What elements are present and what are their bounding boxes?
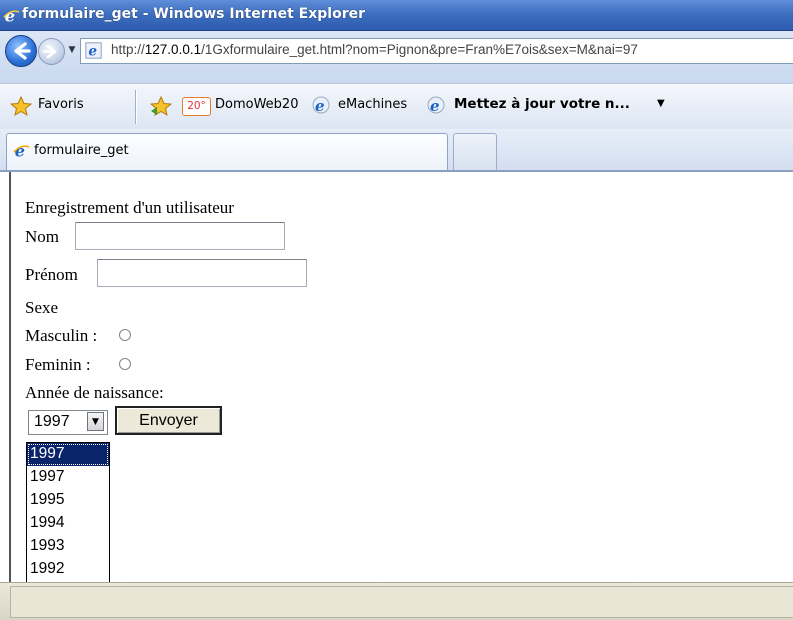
favorite-link-update[interactable]: Mettez à jour votre n... [454, 96, 630, 112]
address-url: http://127.0.0.1/1Gxformulaire_get.html?… [111, 42, 638, 57]
list-item[interactable]: 1995 [27, 489, 109, 512]
toolbar-separator [135, 90, 137, 124]
envoyer-button[interactable]: Envoyer [115, 406, 222, 435]
list-item[interactable]: 1994 [27, 512, 109, 535]
page-ie-icon: e [85, 42, 102, 59]
window-title: formulaire_get - Windows Internet Explor… [22, 6, 365, 22]
favorite-link-emachines[interactable]: eMachines [338, 97, 407, 112]
recent-pages-dropdown-icon[interactable]: ▼ [67, 45, 77, 55]
feminin-radio[interactable] [119, 358, 131, 370]
sexe-label: Sexe [25, 298, 59, 317]
ie-logo-icon: e [3, 7, 20, 24]
add-favorite-icon[interactable] [150, 96, 172, 116]
list-item[interactable]: 1993 [27, 535, 109, 558]
favorite-link-domoweb[interactable]: DomoWeb20 [215, 97, 298, 112]
annee-selected-value: 1997 [34, 413, 70, 430]
ie-page-icon: e [312, 96, 330, 114]
tab-bar: e formulaire_get [0, 129, 793, 172]
back-arrow-icon [14, 42, 31, 60]
forward-arrow-icon [42, 44, 57, 59]
title-bar: e formulaire_get - Windows Internet Expl… [0, 0, 793, 31]
svg-text:e: e [315, 97, 325, 114]
status-bar [0, 582, 793, 620]
ie-logo-icon: e [13, 142, 30, 159]
list-item[interactable]: 1997 [27, 443, 109, 466]
status-pane [10, 586, 793, 618]
svg-text:e: e [430, 97, 440, 114]
forward-button[interactable] [38, 38, 65, 65]
favorites-label: Favoris [38, 97, 84, 112]
new-tab-button[interactable] [453, 133, 497, 170]
weather-badge[interactable]: 20° [182, 97, 211, 116]
page-content: Enregistrement d'un utilisateur Nom Prén… [9, 172, 793, 620]
masculin-radio[interactable] [119, 329, 131, 341]
list-item[interactable]: 1997 [27, 466, 109, 489]
prenom-input[interactable] [97, 259, 307, 287]
nom-input[interactable] [75, 222, 285, 250]
svg-text:e: e [88, 44, 97, 59]
dropdown-arrow-icon[interactable]: ▼ [87, 412, 104, 431]
form-heading: Enregistrement d'un utilisateur [25, 198, 234, 217]
nom-label: Nom [25, 227, 59, 246]
masculin-label: Masculin : [25, 326, 98, 345]
prenom-label: Prénom [25, 265, 78, 284]
feminin-label: Feminin : [25, 355, 91, 374]
annee-label: Année de naissance: [25, 383, 164, 402]
list-item[interactable]: 1992 [27, 558, 109, 581]
navigation-bar: ▼ e http://127.0.0.1/1Gxformulaire_get.h… [0, 31, 793, 83]
star-icon [10, 96, 32, 116]
favorites-bar: Favoris 20° DomoWeb20 e eMachines e Mett… [0, 83, 793, 130]
tab-label: formulaire_get [34, 143, 129, 158]
ie-page-icon: e [427, 96, 445, 114]
annee-select[interactable]: 1997 ▼ [28, 410, 108, 435]
address-field[interactable]: e http://127.0.0.1/1Gxformulaire_get.htm… [80, 38, 793, 64]
chevron-down-icon[interactable]: ▼ [657, 98, 665, 109]
back-button[interactable] [5, 35, 37, 67]
tab-formulaire-get[interactable]: e formulaire_get [6, 133, 448, 170]
